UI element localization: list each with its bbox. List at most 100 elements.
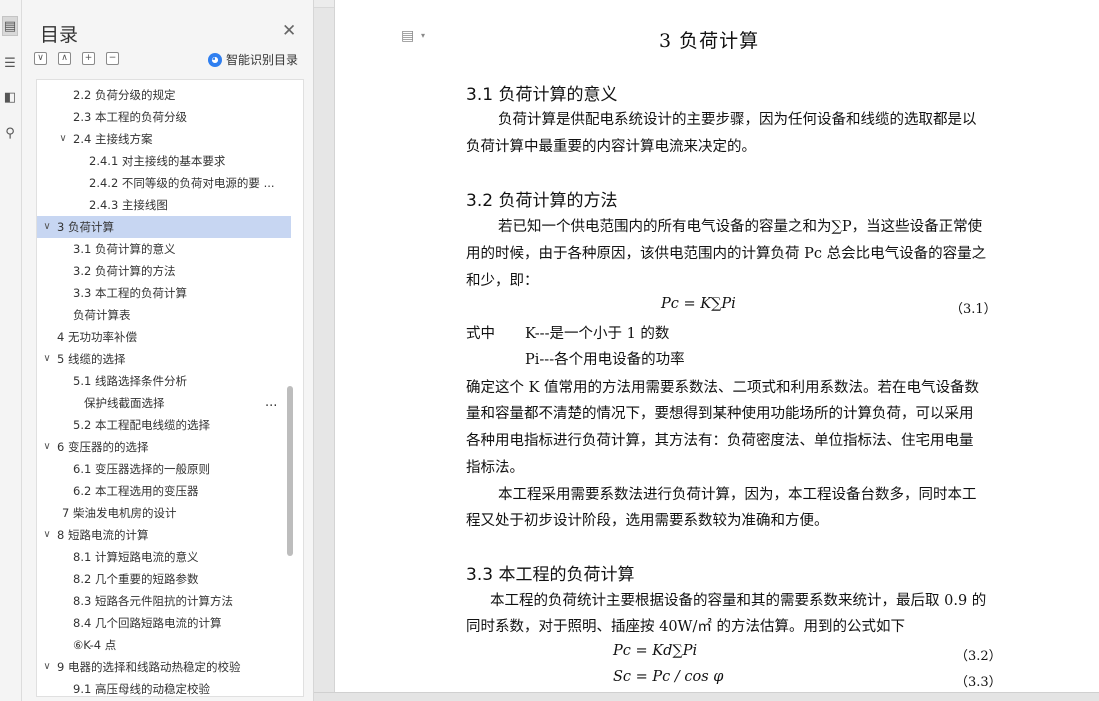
smart-toc-button[interactable]: ◕ 智能识别目录 <box>208 51 298 68</box>
toc-title: 目录 <box>40 24 79 46</box>
toc-item-label: 8.3 短路各元件阻抗的计算方法 <box>73 594 233 608</box>
toc-item-label: 8.1 计算短路电流的意义 <box>73 550 199 564</box>
toc-item[interactable]: 负荷计算表 <box>37 304 291 326</box>
chevron-down-icon[interactable]: ∨ <box>57 128 69 150</box>
equation-number: （3.1） <box>950 302 997 317</box>
toc-item[interactable]: 2.4.2 不同等级的负荷对电源的要 ... <box>37 172 291 194</box>
toc-item-label: 4 无功功率补偿 <box>57 330 137 344</box>
paragraph-line: 负荷计算中最重要的内容计算电流来决定的。 <box>466 139 756 155</box>
toc-item[interactable]: 2.3 本工程的负荷分级 <box>37 106 291 128</box>
toc-item[interactable]: 5.1 线路选择条件分析 <box>37 370 291 392</box>
toc-item[interactable]: 3.3 本工程的负荷计算 <box>37 282 291 304</box>
toc-item[interactable]: 2.4.1 对主接线的基本要求 <box>37 150 291 172</box>
toc-item-label: 3.2 负荷计算的方法 <box>73 264 176 278</box>
equation-3-3: Sc = Pc / cos φ <box>613 669 724 685</box>
toc-item[interactable]: 3.2 负荷计算的方法 <box>37 260 291 282</box>
toc-item[interactable]: ⑥K-4 点 <box>37 634 291 656</box>
toc-item[interactable]: 8.4 几个回路短路电流的计算 <box>37 612 291 634</box>
chapter-title: 3 负荷计算 <box>659 30 760 52</box>
paragraph-line: 和少，即： <box>466 273 539 289</box>
chevron-down-icon[interactable]: ▾ <box>421 31 425 40</box>
equation-3-2: Pc = Kd∑Pi <box>613 643 698 659</box>
where-line: K---是一个小于 1 的数 <box>525 326 670 342</box>
toc-item-label: 8 短路电流的计算 <box>57 528 149 542</box>
toc-panel: 目录 ✕ ∨ ∧ + − ◕ 智能识别目录 2.2 负荷分级的规定 2.3 本工程… <box>22 0 314 701</box>
toc-item-label: 9.1 高压母线的动稳定校验 <box>73 682 210 696</box>
smart-toc-label: 智能识别目录 <box>226 53 299 67</box>
section-3-3-title: 3.3 本工程的负荷计算 <box>466 565 635 585</box>
toc-item[interactable]: ∨ 9 电器的选择和线路动热稳定的校验 <box>37 656 291 678</box>
section-3-2-title: 3.2 负荷计算的方法 <box>466 191 618 211</box>
chapter-nav-icon[interactable]: ☰ <box>2 54 18 74</box>
toc-item-label: 7 柴油发电机房的设计 <box>62 506 177 520</box>
document-page[interactable]: ▤ ▾ 3 负荷计算 3.1 负荷计算的意义 负荷计算是供配电系统设计的主要步骤… <box>334 0 1099 692</box>
toc-item-label: 3.3 本工程的负荷计算 <box>73 286 187 300</box>
toc-item-label: 2.4.2 不同等级的负荷对电源的要 ... <box>89 176 275 190</box>
smart-toc-icon: ◕ <box>208 52 222 67</box>
paragraph-line: 量和容量都不清楚的情况下，要想得到某种使用功能场所的计算负荷，可以采用 <box>466 406 974 422</box>
toc-item[interactable]: 保护线截面选择... <box>37 392 291 414</box>
toc-item-label: ⑥K-4 点 <box>73 638 117 652</box>
paragraph-line: 本工程的负荷统计主要根据设备的容量和其的需要系数来统计，最后取 0.9 的 <box>490 593 987 609</box>
paragraph-line: 若已知一个供电范围内的所有电气设备的容量之和为∑P，当这些设备正常使 <box>498 219 983 235</box>
bookmark-icon[interactable]: ◧ <box>2 88 18 108</box>
toc-item-label: 6.2 本工程选用的变压器 <box>73 484 199 498</box>
document-icon[interactable]: ▤ <box>401 28 414 44</box>
paragraph-line: 同时系数，对于照明、插座按 40W/㎡ 的方法估算。用到的公式如下 <box>466 619 905 635</box>
toc-item[interactable]: 6.1 变压器选择的一般原则 <box>37 458 291 480</box>
toc-item[interactable]: 3.1 负荷计算的意义 <box>37 238 291 260</box>
toc-item-label: 负荷计算表 <box>73 308 131 322</box>
toc-item-label: 6.1 变压器选择的一般原则 <box>73 462 210 476</box>
toc-item-label: 9 电器的选择和线路动热稳定的校验 <box>57 660 241 674</box>
horizontal-scrollbar[interactable] <box>314 692 1099 701</box>
chevron-down-icon[interactable]: ∨ <box>41 436 53 458</box>
paragraph-line: 各种用电指标进行负荷计算，其方法有：负荷密度法、单位指标法、住宅用电量 <box>466 433 974 449</box>
document-area: ▤ ▾ 3 负荷计算 3.1 负荷计算的意义 负荷计算是供配电系统设计的主要步骤… <box>314 0 1099 701</box>
toc-item[interactable]: ∨ 2.4 主接线方案 <box>37 128 291 150</box>
toc-item[interactable]: 6.2 本工程选用的变压器 <box>37 480 291 502</box>
paragraph-line: 程又处于初步设计阶段，选用需要系数较为准确和方便。 <box>466 513 829 529</box>
more-icon[interactable]: ... <box>265 392 277 414</box>
toc-panel-icon[interactable]: ▤ <box>2 16 18 36</box>
search-icon[interactable]: ⚲ <box>2 124 18 144</box>
toc-item[interactable]: 2.4.3 主接线图 <box>37 194 291 216</box>
chevron-down-icon[interactable]: ∨ <box>41 216 53 238</box>
collapse-all-icon[interactable]: ∨ <box>34 52 47 65</box>
toc-scrollbar[interactable] <box>287 386 293 556</box>
toc-item[interactable]: 9.1 高压母线的动稳定校验 <box>37 678 291 696</box>
toc-item[interactable]: 7 柴油发电机房的设计 <box>37 502 291 524</box>
chevron-down-icon[interactable]: ∨ <box>41 656 53 678</box>
toc-item-label: 5.1 线路选择条件分析 <box>73 374 187 388</box>
toc-item[interactable]: ∨ 6 变压器的的选择 <box>37 436 291 458</box>
toc-item[interactable]: 8.2 几个重要的短路参数 <box>37 568 291 590</box>
paragraph-line: 指标法。 <box>466 460 524 476</box>
toc-item[interactable]: ∨ 8 短路电流的计算 <box>37 524 291 546</box>
toc-item-label: 8.2 几个重要的短路参数 <box>73 572 199 586</box>
chevron-down-icon[interactable]: ∨ <box>41 348 53 370</box>
expand-all-icon[interactable]: ∧ <box>58 52 71 65</box>
toc-item-label: 保护线截面选择 <box>84 396 165 410</box>
left-toolbar: ▤ ☰ ◧ ⚲ <box>0 0 22 701</box>
chevron-down-icon[interactable]: ∨ <box>41 524 53 546</box>
add-item-icon[interactable]: + <box>82 52 95 65</box>
paragraph-line: 本工程采用需要系数法进行负荷计算，因为，本工程设备台数多，同时本工 <box>498 487 977 503</box>
remove-item-icon[interactable]: − <box>106 52 119 65</box>
toc-item[interactable]: ∨ 5 线缆的选择 <box>37 348 291 370</box>
toc-item[interactable]: 8.3 短路各元件阻抗的计算方法 <box>37 590 291 612</box>
paragraph-line: 用的时候，由于各种原因，该供电范围内的计算负荷 Pc 总会比电气设备的容量之 <box>466 246 987 262</box>
toc-list[interactable]: 2.2 负荷分级的规定 2.3 本工程的负荷分级 ∨ 2.4 主接线方案 2.4.1 对… <box>36 79 304 697</box>
toc-item[interactable]: 5.2 本工程配电线缆的选择 <box>37 414 291 436</box>
equation-3-1: Pc = K∑Pi <box>661 296 736 312</box>
paragraph-line: 确定这个 K 值常用的方法用需要系数法、二项式和利用系数法。若在电气设备数 <box>466 380 980 396</box>
toc-item-label: 2.4.1 对主接线的基本要求 <box>89 154 226 168</box>
toc-item[interactable]: ∨ 3 负荷计算 <box>37 216 291 238</box>
toc-item-label: 8.4 几个回路短路电流的计算 <box>73 616 222 630</box>
paragraph-line: 负荷计算是供配电系统设计的主要步骤，因为任何设备和线缆的选取都是以 <box>498 112 977 128</box>
toc-item[interactable]: 2.2 负荷分级的规定 <box>37 84 291 106</box>
toc-item[interactable]: 4 无功功率补偿 <box>37 326 291 348</box>
close-icon[interactable]: ✕ <box>282 21 296 41</box>
where-label: 式中 <box>466 326 495 342</box>
toc-item[interactable]: 8.1 计算短路电流的意义 <box>37 546 291 568</box>
toc-item-label: 2.2 负荷分级的规定 <box>73 88 176 102</box>
toc-item-label: 2.3 本工程的负荷分级 <box>73 110 187 124</box>
